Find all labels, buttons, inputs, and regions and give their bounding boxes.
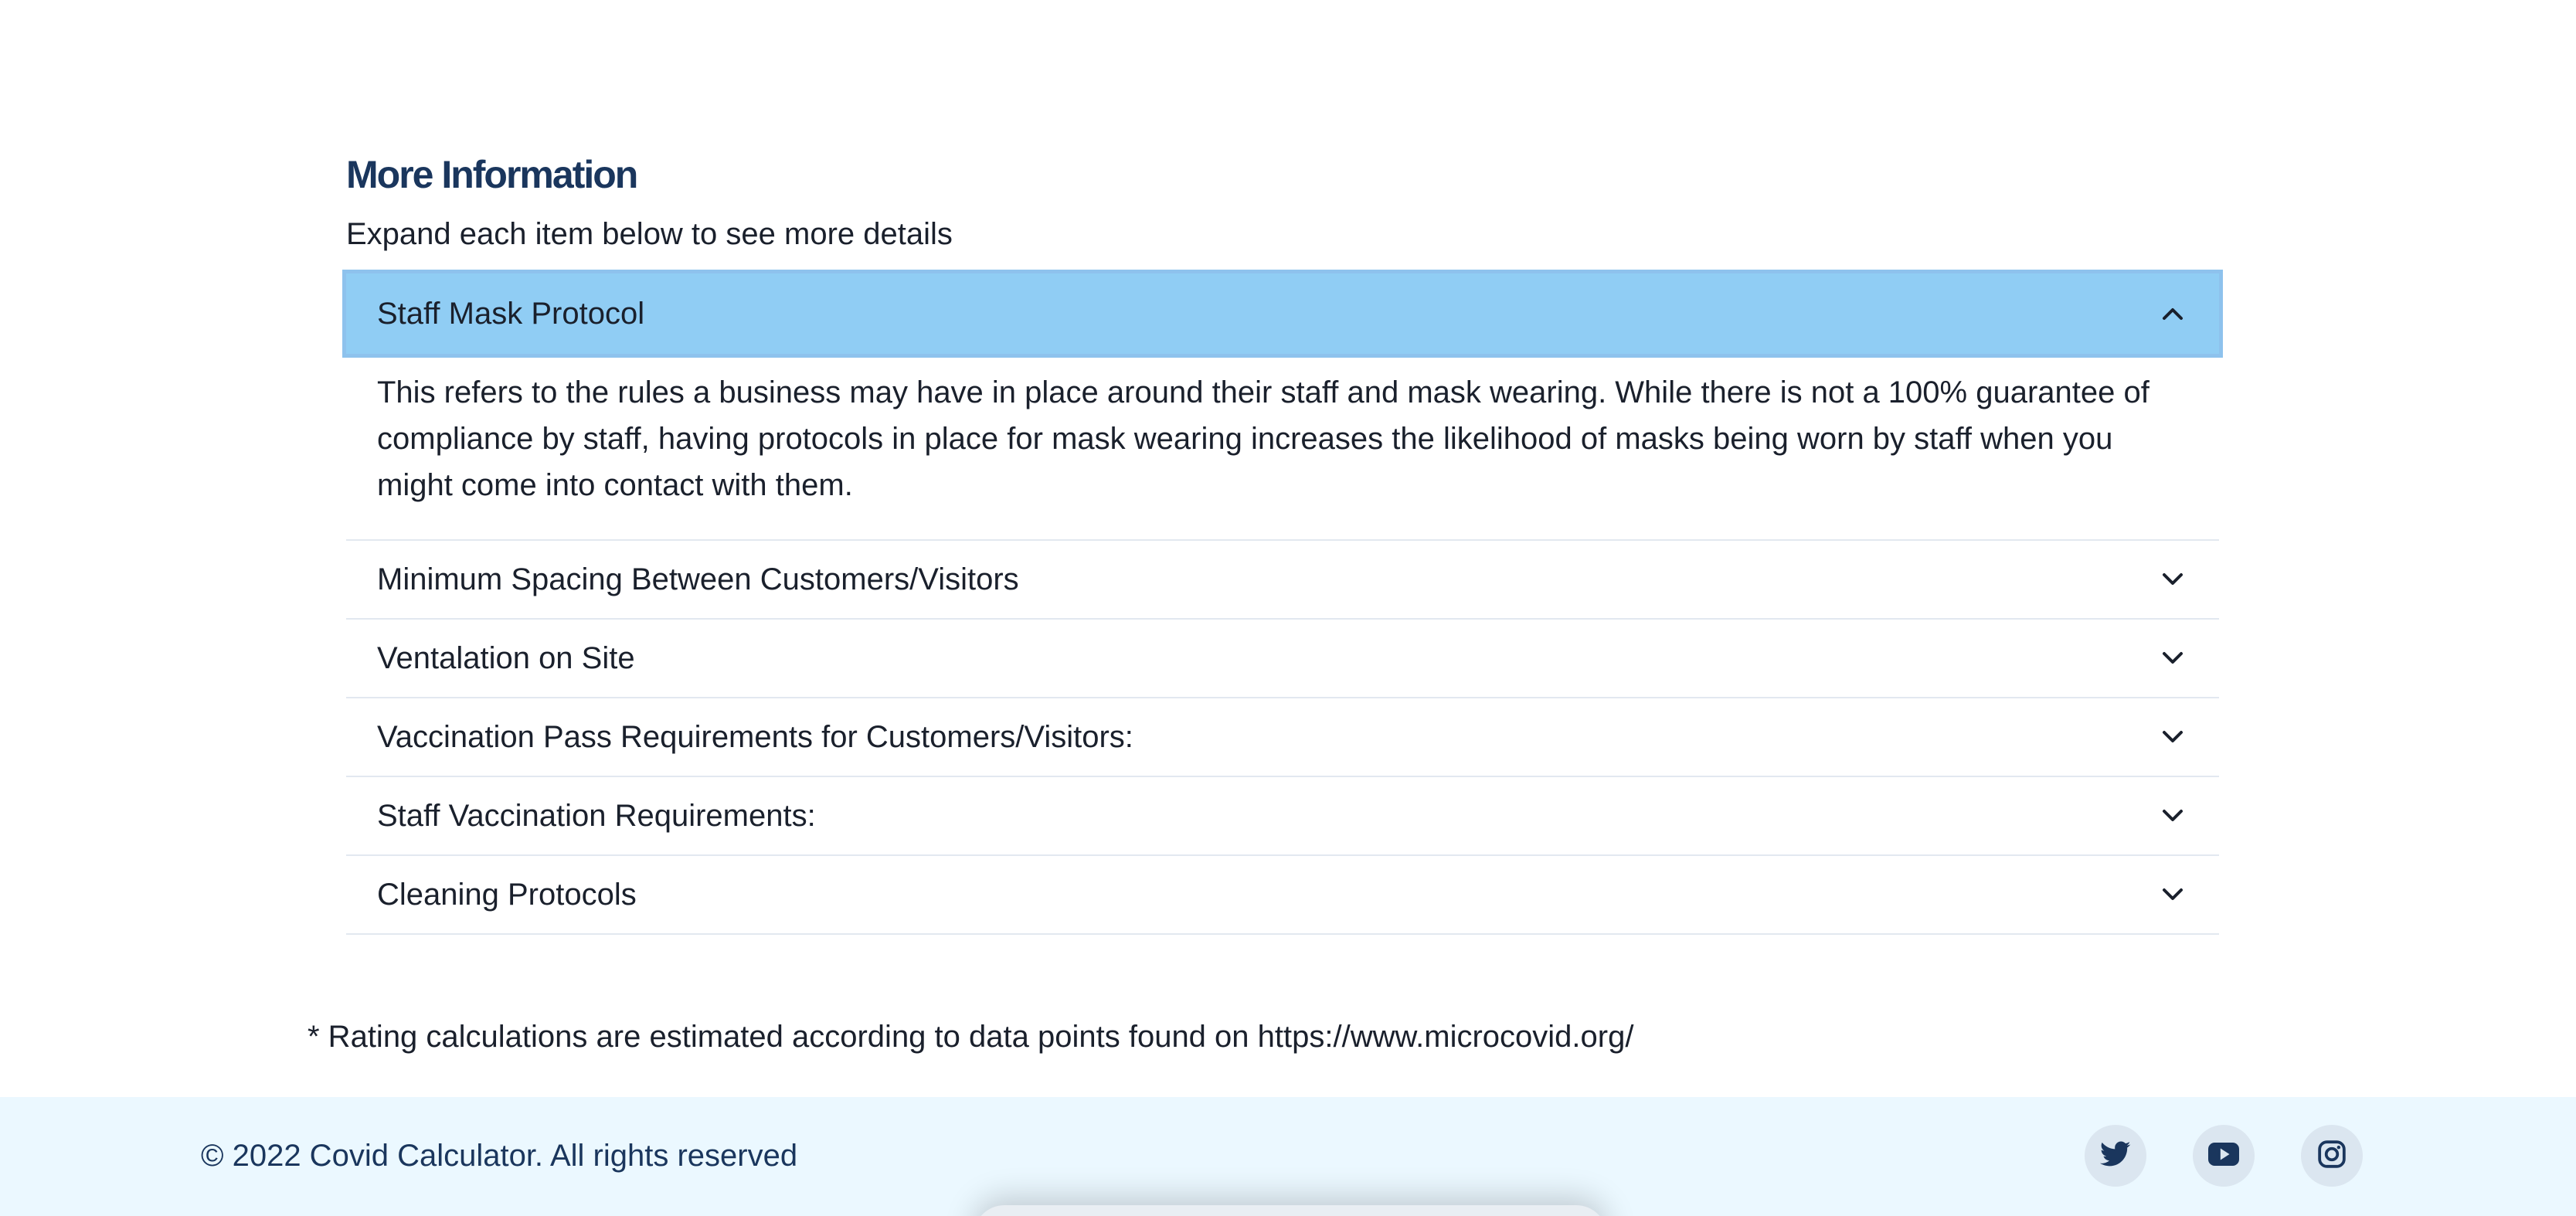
accordion-item-ventalation: Ventalation on Site bbox=[346, 620, 2219, 698]
accordion-label: Ventalation on Site bbox=[377, 640, 635, 675]
accordion-item-minimum-spacing: Minimum Spacing Between Customers/Visito… bbox=[346, 541, 2219, 620]
twitter-icon bbox=[2100, 1141, 2131, 1171]
accordion: Staff Mask Protocol This refers to the r… bbox=[346, 273, 2219, 935]
accordion-label: Cleaning Protocols bbox=[377, 877, 637, 912]
accordion-header-cleaning-protocols[interactable]: Cleaning Protocols bbox=[346, 856, 2219, 933]
chevron-down-icon bbox=[2157, 564, 2188, 595]
accordion-header-minimum-spacing[interactable]: Minimum Spacing Between Customers/Visito… bbox=[346, 541, 2219, 618]
accordion-panel-staff-mask-protocol: This refers to the rules a business may … bbox=[377, 375, 2149, 502]
section-title: More Information bbox=[346, 153, 638, 196]
instagram-icon bbox=[2317, 1140, 2347, 1173]
section-subtitle: Expand each item below to see more detai… bbox=[346, 217, 953, 251]
accordion-item-staff-mask-protocol: Staff Mask Protocol This refers to the r… bbox=[346, 273, 2219, 541]
accordion-header-staff-vaccination[interactable]: Staff Vaccination Requirements: bbox=[346, 777, 2219, 854]
accordion-label: Staff Mask Protocol bbox=[377, 296, 645, 331]
youtube-button[interactable] bbox=[2193, 1125, 2255, 1187]
chevron-down-icon bbox=[2157, 879, 2188, 910]
social-links bbox=[2085, 1125, 2363, 1187]
accordion-label: Staff Vaccination Requirements: bbox=[377, 798, 816, 833]
instagram-button[interactable] bbox=[2301, 1125, 2363, 1187]
youtube-icon bbox=[2208, 1142, 2239, 1170]
rating-footnote: * Rating calculations are estimated acco… bbox=[308, 1020, 1634, 1054]
accordion-item-cleaning-protocols: Cleaning Protocols bbox=[346, 856, 2219, 935]
footer: © 2022 Covid Calculator. All rights rese… bbox=[0, 1097, 2576, 1216]
chevron-down-icon bbox=[2157, 643, 2188, 674]
chevron-up-icon bbox=[2157, 298, 2188, 329]
chevron-down-icon bbox=[2157, 800, 2188, 831]
accordion-header-vaccination-pass[interactable]: Vaccination Pass Requirements for Custom… bbox=[346, 698, 2219, 776]
twitter-button[interactable] bbox=[2085, 1125, 2146, 1187]
accordion-header-staff-mask-protocol[interactable]: Staff Mask Protocol bbox=[346, 273, 2219, 354]
accordion-label: Minimum Spacing Between Customers/Visito… bbox=[377, 562, 1019, 596]
accordion-item-vaccination-pass: Vaccination Pass Requirements for Custom… bbox=[346, 698, 2219, 777]
chevron-down-icon bbox=[2157, 722, 2188, 752]
accordion-item-staff-vaccination: Staff Vaccination Requirements: bbox=[346, 777, 2219, 856]
accordion-label: Vaccination Pass Requirements for Custom… bbox=[377, 719, 1133, 754]
more-information-section: More Information Expand each item below … bbox=[346, 151, 2219, 935]
floating-bar-shadow bbox=[974, 1205, 1607, 1216]
main-content: More Information Expand each item below … bbox=[0, 0, 2576, 1097]
accordion-header-ventalation[interactable]: Ventalation on Site bbox=[346, 620, 2219, 697]
copyright-text: © 2022 Covid Calculator. All rights rese… bbox=[201, 1139, 798, 1173]
